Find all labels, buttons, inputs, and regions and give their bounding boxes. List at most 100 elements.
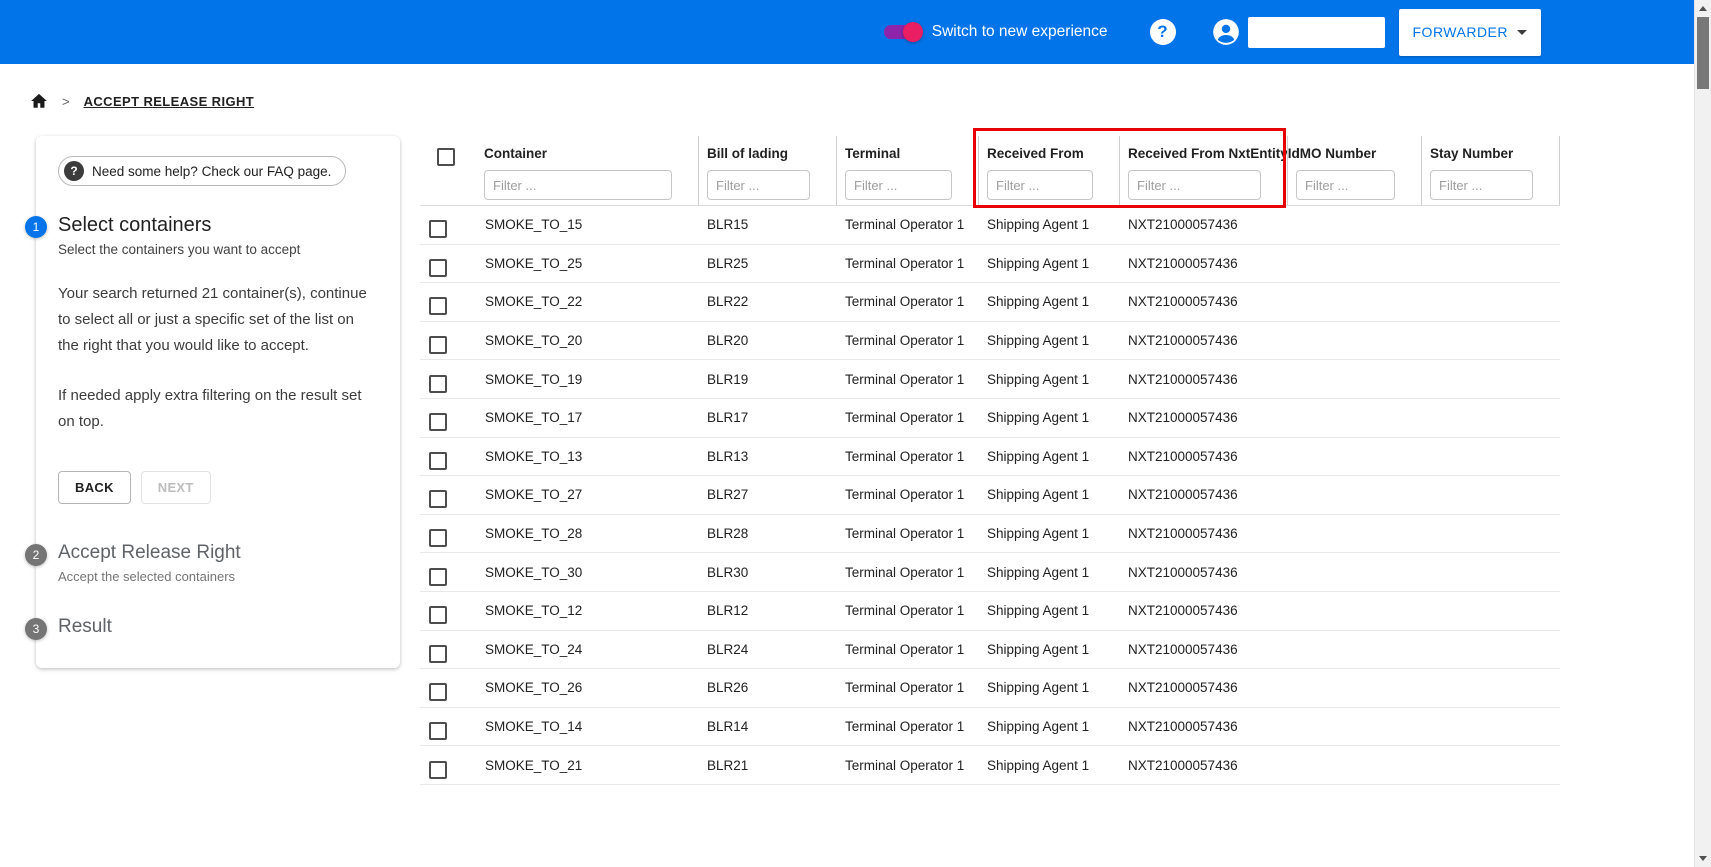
table-cell: NXT21000057436 xyxy=(1119,294,1287,309)
table-cell: SMOKE_TO_22 xyxy=(476,294,698,309)
table-cell: Shipping Agent 1 xyxy=(978,642,1119,657)
table-row[interactable]: SMOKE_TO_19BLR19Terminal Operator 1Shipp… xyxy=(420,360,1560,399)
row-checkbox[interactable] xyxy=(429,452,447,470)
table-cell: NXT21000057436 xyxy=(1119,449,1287,464)
table-row[interactable]: SMOKE_TO_14BLR14Terminal Operator 1Shipp… xyxy=(420,708,1560,747)
row-checkbox[interactable] xyxy=(429,490,447,508)
row-checkbox[interactable] xyxy=(429,413,447,431)
step-2-title: Accept Release Right xyxy=(58,542,378,564)
table-cell: Terminal Operator 1 xyxy=(836,565,978,580)
column-header-label: Stay Number xyxy=(1430,146,1559,161)
step-3-badge: 3 xyxy=(25,618,47,640)
scrollbar-thumb[interactable] xyxy=(1697,17,1709,89)
table-cell: NXT21000057436 xyxy=(1119,372,1287,387)
table-row[interactable]: SMOKE_TO_22BLR22Terminal Operator 1Shipp… xyxy=(420,283,1560,322)
table-cell: Shipping Agent 1 xyxy=(978,256,1119,271)
table-cell: NXT21000057436 xyxy=(1119,256,1287,271)
account-icon[interactable] xyxy=(1212,18,1240,46)
table-cell: SMOKE_TO_19 xyxy=(476,372,698,387)
table-cell: BLR28 xyxy=(698,526,836,541)
row-checkbox-cell xyxy=(420,285,476,318)
table-cell: Terminal Operator 1 xyxy=(836,333,978,348)
table-cell: Shipping Agent 1 xyxy=(978,758,1119,773)
help-icon[interactable]: ? xyxy=(1150,19,1176,45)
table-row[interactable]: SMOKE_TO_15BLR15Terminal Operator 1Shipp… xyxy=(420,206,1560,245)
column-filter-input[interactable] xyxy=(707,170,810,200)
role-label: FORWARDER xyxy=(1413,24,1509,40)
table-cell: NXT21000057436 xyxy=(1119,758,1287,773)
table-cell: SMOKE_TO_14 xyxy=(476,719,698,734)
table-cell: NXT21000057436 xyxy=(1119,680,1287,695)
column-filter-input[interactable] xyxy=(987,170,1093,200)
table-cell: Shipping Agent 1 xyxy=(978,294,1119,309)
row-checkbox[interactable] xyxy=(429,645,447,663)
table-row[interactable]: SMOKE_TO_20BLR20Terminal Operator 1Shipp… xyxy=(420,322,1560,361)
question-icon: ? xyxy=(64,161,84,181)
new-experience-toggle[interactable] xyxy=(884,25,920,39)
row-checkbox[interactable] xyxy=(429,568,447,586)
table-cell: NXT21000057436 xyxy=(1119,487,1287,502)
column-header: Bill of lading xyxy=(698,136,836,205)
table-cell: Terminal Operator 1 xyxy=(836,642,978,657)
row-checkbox[interactable] xyxy=(429,297,447,315)
table-cell: Shipping Agent 1 xyxy=(978,680,1119,695)
wizard-card: ? Need some help? Check our FAQ page. 1 … xyxy=(36,136,400,668)
table-row[interactable]: SMOKE_TO_13BLR13Terminal Operator 1Shipp… xyxy=(420,438,1560,477)
row-checkbox-cell xyxy=(420,401,476,434)
table-row[interactable]: SMOKE_TO_28BLR28Terminal Operator 1Shipp… xyxy=(420,515,1560,554)
row-checkbox[interactable] xyxy=(429,220,447,238)
table-row[interactable]: SMOKE_TO_25BLR25Terminal Operator 1Shipp… xyxy=(420,245,1560,284)
column-header: Stay Number xyxy=(1421,136,1560,205)
table-cell: Terminal Operator 1 xyxy=(836,719,978,734)
column-header-label: Received From NxtEntityId xyxy=(1128,146,1287,161)
table-row[interactable]: SMOKE_TO_17BLR17Terminal Operator 1Shipp… xyxy=(420,399,1560,438)
breadcrumb-current-page[interactable]: ACCEPT RELEASE RIGHT xyxy=(84,94,255,109)
row-checkbox[interactable] xyxy=(429,375,447,393)
row-checkbox-cell xyxy=(420,594,476,627)
person-icon xyxy=(1212,18,1240,46)
table-cell: Terminal Operator 1 xyxy=(836,256,978,271)
vertical-scrollbar[interactable] xyxy=(1694,0,1711,867)
breadcrumb: > ACCEPT RELEASE RIGHT xyxy=(0,64,1711,110)
table-cell: NXT21000057436 xyxy=(1119,642,1287,657)
table-cell: BLR14 xyxy=(698,719,836,734)
column-filter-input[interactable] xyxy=(1430,170,1533,200)
table-cell: Terminal Operator 1 xyxy=(836,449,978,464)
role-dropdown-button[interactable]: FORWARDER xyxy=(1399,9,1542,56)
table-cell: SMOKE_TO_20 xyxy=(476,333,698,348)
row-checkbox[interactable] xyxy=(429,606,447,624)
table-row[interactable]: SMOKE_TO_27BLR27Terminal Operator 1Shipp… xyxy=(420,476,1560,515)
table-row[interactable]: SMOKE_TO_21BLR21Terminal Operator 1Shipp… xyxy=(420,746,1560,785)
row-checkbox[interactable] xyxy=(429,722,447,740)
table-cell: Terminal Operator 1 xyxy=(836,526,978,541)
column-filter-input[interactable] xyxy=(484,170,672,200)
row-checkbox[interactable] xyxy=(429,336,447,354)
faq-pill[interactable]: ? Need some help? Check our FAQ page. xyxy=(58,156,346,186)
table-row[interactable]: SMOKE_TO_30BLR30Terminal Operator 1Shipp… xyxy=(420,553,1560,592)
table-cell: SMOKE_TO_28 xyxy=(476,526,698,541)
table-row[interactable]: SMOKE_TO_24BLR24Terminal Operator 1Shipp… xyxy=(420,631,1560,670)
select-all-checkbox[interactable] xyxy=(437,148,455,166)
row-checkbox[interactable] xyxy=(429,529,447,547)
column-filter-input[interactable] xyxy=(1128,170,1261,200)
row-checkbox[interactable] xyxy=(429,259,447,277)
table-cell: BLR24 xyxy=(698,642,836,657)
scrollbar-down-arrow[interactable] xyxy=(1695,850,1711,867)
back-button[interactable]: BACK xyxy=(58,471,131,504)
column-filter-input[interactable] xyxy=(845,170,952,200)
row-checkbox[interactable] xyxy=(429,683,447,701)
table-cell: NXT21000057436 xyxy=(1119,333,1287,348)
table-cell: NXT21000057436 xyxy=(1119,719,1287,734)
table-cell: Shipping Agent 1 xyxy=(978,603,1119,618)
next-button[interactable]: NEXT xyxy=(141,471,211,504)
column-filter-input[interactable] xyxy=(1296,170,1395,200)
table-cell: Terminal Operator 1 xyxy=(836,372,978,387)
table-cell: Terminal Operator 1 xyxy=(836,487,978,502)
row-checkbox[interactable] xyxy=(429,761,447,779)
scrollbar-up-arrow[interactable] xyxy=(1695,0,1711,17)
table-cell: Terminal Operator 1 xyxy=(836,217,978,232)
table-row[interactable]: SMOKE_TO_12BLR12Terminal Operator 1Shipp… xyxy=(420,592,1560,631)
table-row[interactable]: SMOKE_TO_26BLR26Terminal Operator 1Shipp… xyxy=(420,669,1560,708)
home-icon[interactable] xyxy=(30,92,48,110)
topbar-search-input[interactable] xyxy=(1248,17,1385,48)
